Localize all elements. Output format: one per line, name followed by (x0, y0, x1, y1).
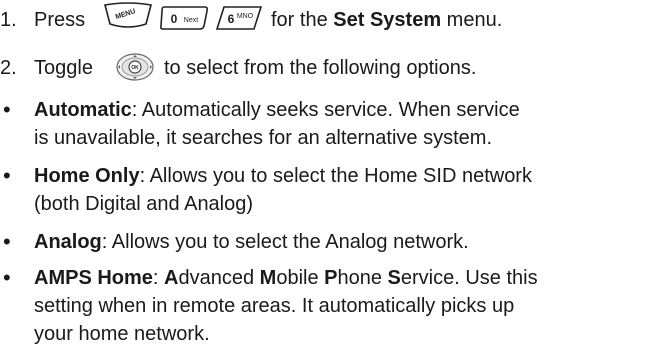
six-key-icon: 6 MNO (215, 6, 263, 30)
option-desc-line3: your home network. (34, 323, 210, 345)
step-number: 2. (0, 57, 17, 79)
bullet-glyph: • (3, 229, 11, 254)
option-desc-line1: : Allows you to select the Analog networ… (101, 231, 469, 253)
zero-key-main: 0 (171, 12, 178, 26)
option-term: Automatic (34, 99, 132, 121)
bullet-glyph: • (3, 265, 11, 290)
option-term: AMPS Home (34, 267, 153, 289)
step-number: 1. (0, 9, 17, 31)
option-desc-line1: : Allows you to select the Home SID netw… (139, 165, 532, 187)
zero-key-icon: 0 Next (159, 6, 209, 30)
step-press-text: Press (34, 9, 86, 31)
navigation-key-icon: OK (116, 53, 154, 81)
menu-key-icon: MENU (104, 2, 152, 28)
zero-key-sub: Next (184, 17, 198, 24)
step-toggle-text: Toggle (34, 57, 93, 79)
six-key-main: 6 (228, 12, 235, 26)
step-select-text: to select from the following options. (164, 57, 477, 79)
step-text: Press (34, 8, 85, 32)
step-menu-text: menu. (446, 9, 503, 31)
menu-name: Set System (333, 9, 442, 31)
bullet-glyph: • (3, 97, 11, 122)
option-desc-line2: is unavailable, it searches for an alter… (34, 127, 492, 149)
bullet-glyph: • (3, 163, 11, 188)
six-key-sub: MNO (237, 13, 254, 20)
option-term: Home Only (34, 165, 140, 187)
option-desc-line1: : Automatically seeks service. When serv… (131, 99, 520, 121)
option-term: Analog (34, 231, 102, 253)
option-desc-line2: setting when in remote areas. It automat… (34, 295, 515, 317)
step-for-text: for the (271, 9, 328, 31)
navigation-key-label: OK (131, 65, 139, 71)
option-desc-line2: (both Digital and Analog) (34, 193, 254, 215)
